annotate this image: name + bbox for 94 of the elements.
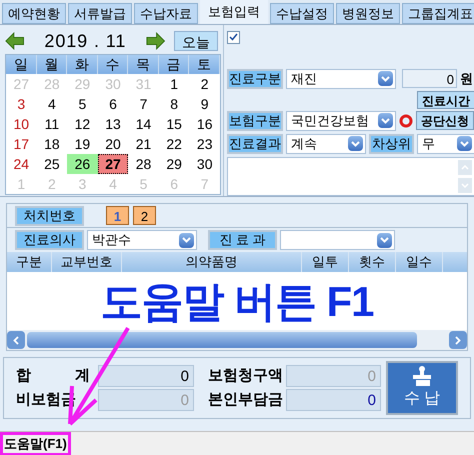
apply-button[interactable]: 공단신청 xyxy=(416,111,474,130)
field-label: 차상위 xyxy=(369,134,414,154)
dropdown[interactable]: 박관수 xyxy=(87,230,197,250)
calendar-day[interactable]: 12 xyxy=(67,114,98,134)
calendar-day[interactable]: 10 xyxy=(6,114,37,134)
calendar-day[interactable]: 23 xyxy=(189,134,220,154)
calendar-day[interactable]: 15 xyxy=(158,114,190,134)
calendar-day[interactable]: 2 xyxy=(189,74,220,94)
calendar-day[interactable]: 16 xyxy=(189,114,220,134)
field-label: 처치번호 xyxy=(15,206,84,226)
calendar-day[interactable]: 14 xyxy=(128,114,159,134)
calendar-day[interactable]: 26 xyxy=(67,154,98,174)
dropdown[interactable] xyxy=(280,230,395,250)
summary-label: 보험청구액 xyxy=(207,366,284,386)
calendar-day[interactable]: 3 xyxy=(6,94,37,114)
next-arrow-icon[interactable] xyxy=(146,31,166,51)
ring-icon xyxy=(399,114,413,128)
field-label: 진료의사 xyxy=(15,230,84,250)
tab[interactable]: 수납자료 xyxy=(134,3,198,24)
dropdown-arrow-icon xyxy=(378,71,393,86)
summary-label: 본인부담금 xyxy=(207,390,284,410)
weekday-header: 화 xyxy=(67,55,98,74)
tab[interactable]: 서류발급 xyxy=(68,3,132,24)
dropdown-arrow-icon xyxy=(348,136,363,152)
calendar-day[interactable]: 8 xyxy=(158,94,190,114)
calendar-day[interactable]: 5 xyxy=(67,94,98,114)
number-button[interactable]: 2 xyxy=(133,206,156,225)
summary-value: 0 xyxy=(286,389,381,412)
summary-value: 0 xyxy=(98,389,194,412)
scroll-right-button[interactable] xyxy=(449,331,467,349)
weekday-header: 수 xyxy=(98,55,128,74)
calendar-day[interactable]: 28 xyxy=(128,154,159,174)
scroll-thumb[interactable] xyxy=(27,332,417,348)
summary-label: 합 xyxy=(16,366,31,386)
calendar-day[interactable]: 9 xyxy=(189,94,220,114)
calendar-day[interactable]: 4 xyxy=(36,94,68,114)
calendar-day[interactable]: 27 xyxy=(98,154,128,174)
checkbox[interactable] xyxy=(227,31,240,44)
dropdown[interactable]: 계속 xyxy=(286,134,366,154)
calendar-day[interactable]: 11 xyxy=(36,114,68,134)
horizontal-scrollbar[interactable] xyxy=(7,330,467,350)
payment-button[interactable]: 수 납 xyxy=(386,361,458,415)
tab[interactable]: 병원정보 xyxy=(336,3,400,24)
calendar-day[interactable]: 22 xyxy=(158,134,190,154)
chevron-left-icon xyxy=(13,336,19,344)
dropdown[interactable]: 재진 xyxy=(286,68,396,89)
calendar-day[interactable]: 17 xyxy=(6,134,37,154)
dropdown-arrow-icon xyxy=(457,136,472,152)
month-title: 2019 . 11 xyxy=(44,30,126,52)
amount-field[interactable]: 0 xyxy=(402,69,457,88)
dropdown-arrow-icon xyxy=(377,232,392,248)
scroll-left-button[interactable] xyxy=(7,331,25,349)
currency-label: 원 xyxy=(460,70,473,88)
calendar-day[interactable]: 25 xyxy=(36,154,68,174)
previous-arrow-icon[interactable] xyxy=(5,31,24,51)
calendar-day[interactable]: 1 xyxy=(158,74,190,94)
time-button[interactable]: 진료시간 xyxy=(417,90,474,109)
chevron-right-icon xyxy=(455,336,461,344)
calendar-day[interactable]: 21 xyxy=(128,134,159,154)
chevron-up-icon xyxy=(461,164,469,170)
calendar-day[interactable]: 24 xyxy=(6,154,37,174)
overlay-caption: 도움말 버튼 F1 xyxy=(100,276,374,326)
calendar-day[interactable]: 13 xyxy=(98,114,128,134)
field-label: 진료결과 xyxy=(227,134,283,154)
calendar-day[interactable]: 19 xyxy=(67,134,98,154)
summary-label: 계 xyxy=(75,366,90,386)
calendar-day[interactable]: 7 xyxy=(128,94,159,114)
calendar-day[interactable]: 18 xyxy=(36,134,68,154)
summary-value: 0 xyxy=(98,364,194,387)
tab[interactable]: 예약현황 xyxy=(2,3,66,24)
dropdown[interactable]: 무 xyxy=(417,134,474,154)
calendar-day[interactable]: 6 xyxy=(98,94,128,114)
stamp-icon xyxy=(410,365,434,387)
dropdown[interactable]: 국민건강보험 xyxy=(286,110,396,131)
status-bar-text: 도움말(F1) xyxy=(0,432,71,455)
tab[interactable]: 수납설정 xyxy=(270,3,334,24)
dropdown-arrow-icon xyxy=(179,232,194,248)
field-label: 보험구분 xyxy=(227,110,283,131)
summary-value: 0 xyxy=(286,364,381,387)
tab[interactable]: 보험입력 xyxy=(200,0,268,24)
field-label: 진 료 과 xyxy=(208,230,277,250)
calendar-day[interactable]: 29 xyxy=(158,154,190,174)
weekday-header: 일 xyxy=(6,55,37,74)
calendar-day[interactable]: 30 xyxy=(189,154,220,174)
dropdown-arrow-icon xyxy=(378,113,393,128)
chevron-down-icon xyxy=(461,183,469,188)
tab[interactable]: 그룹집계표 xyxy=(402,3,474,24)
weekday-header: 월 xyxy=(36,55,68,74)
today-button[interactable]: 오늘 xyxy=(174,31,218,51)
weekday-header: 토 xyxy=(189,55,220,74)
weekday-header: 금 xyxy=(158,55,190,74)
weekday-header: 목 xyxy=(128,55,159,74)
field-label: 진료구분 xyxy=(227,68,283,89)
calendar-day[interactable]: 20 xyxy=(98,134,128,154)
